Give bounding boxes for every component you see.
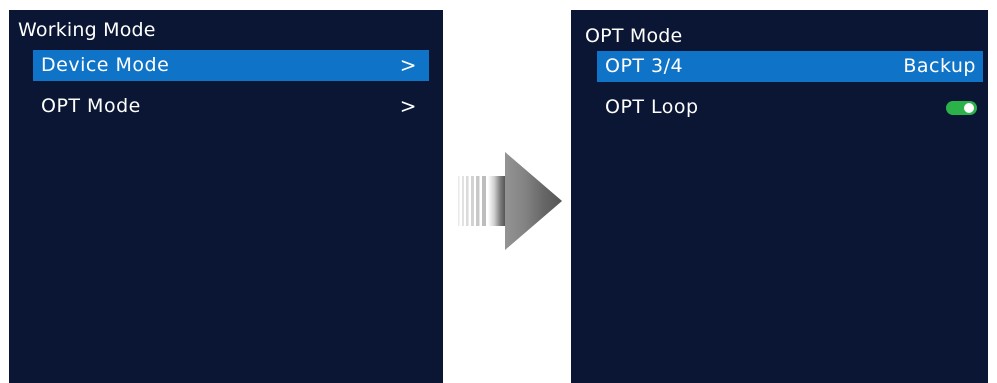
screen-title: OPT Mode — [585, 25, 683, 47]
toggle-knob — [964, 103, 974, 113]
menu-item-value: Backup — [903, 55, 976, 77]
opt-loop-toggle[interactable] — [946, 101, 977, 115]
menu-item-label: OPT Mode — [41, 95, 141, 117]
chevron-right-icon: > — [399, 94, 417, 118]
right-arrow-icon — [458, 152, 562, 250]
menu-item-opt-3-4[interactable]: OPT 3/4 Backup — [597, 51, 983, 82]
menu-item-label: Device Mode — [41, 54, 170, 76]
menu-item-label: OPT 3/4 — [605, 55, 684, 77]
opt-mode-screen: OPT Mode OPT 3/4 Backup OPT Loop — [571, 10, 988, 383]
working-mode-screen: Working Mode Device Mode > OPT Mode > — [9, 10, 443, 383]
menu-item-opt-loop[interactable]: OPT Loop — [597, 92, 983, 123]
menu-item-device-mode[interactable]: Device Mode > — [33, 50, 429, 81]
menu-item-label: OPT Loop — [605, 96, 699, 118]
menu-item-opt-mode[interactable]: OPT Mode > — [33, 91, 429, 122]
screen-title: Working Mode — [18, 19, 156, 41]
chevron-right-icon: > — [399, 53, 417, 77]
